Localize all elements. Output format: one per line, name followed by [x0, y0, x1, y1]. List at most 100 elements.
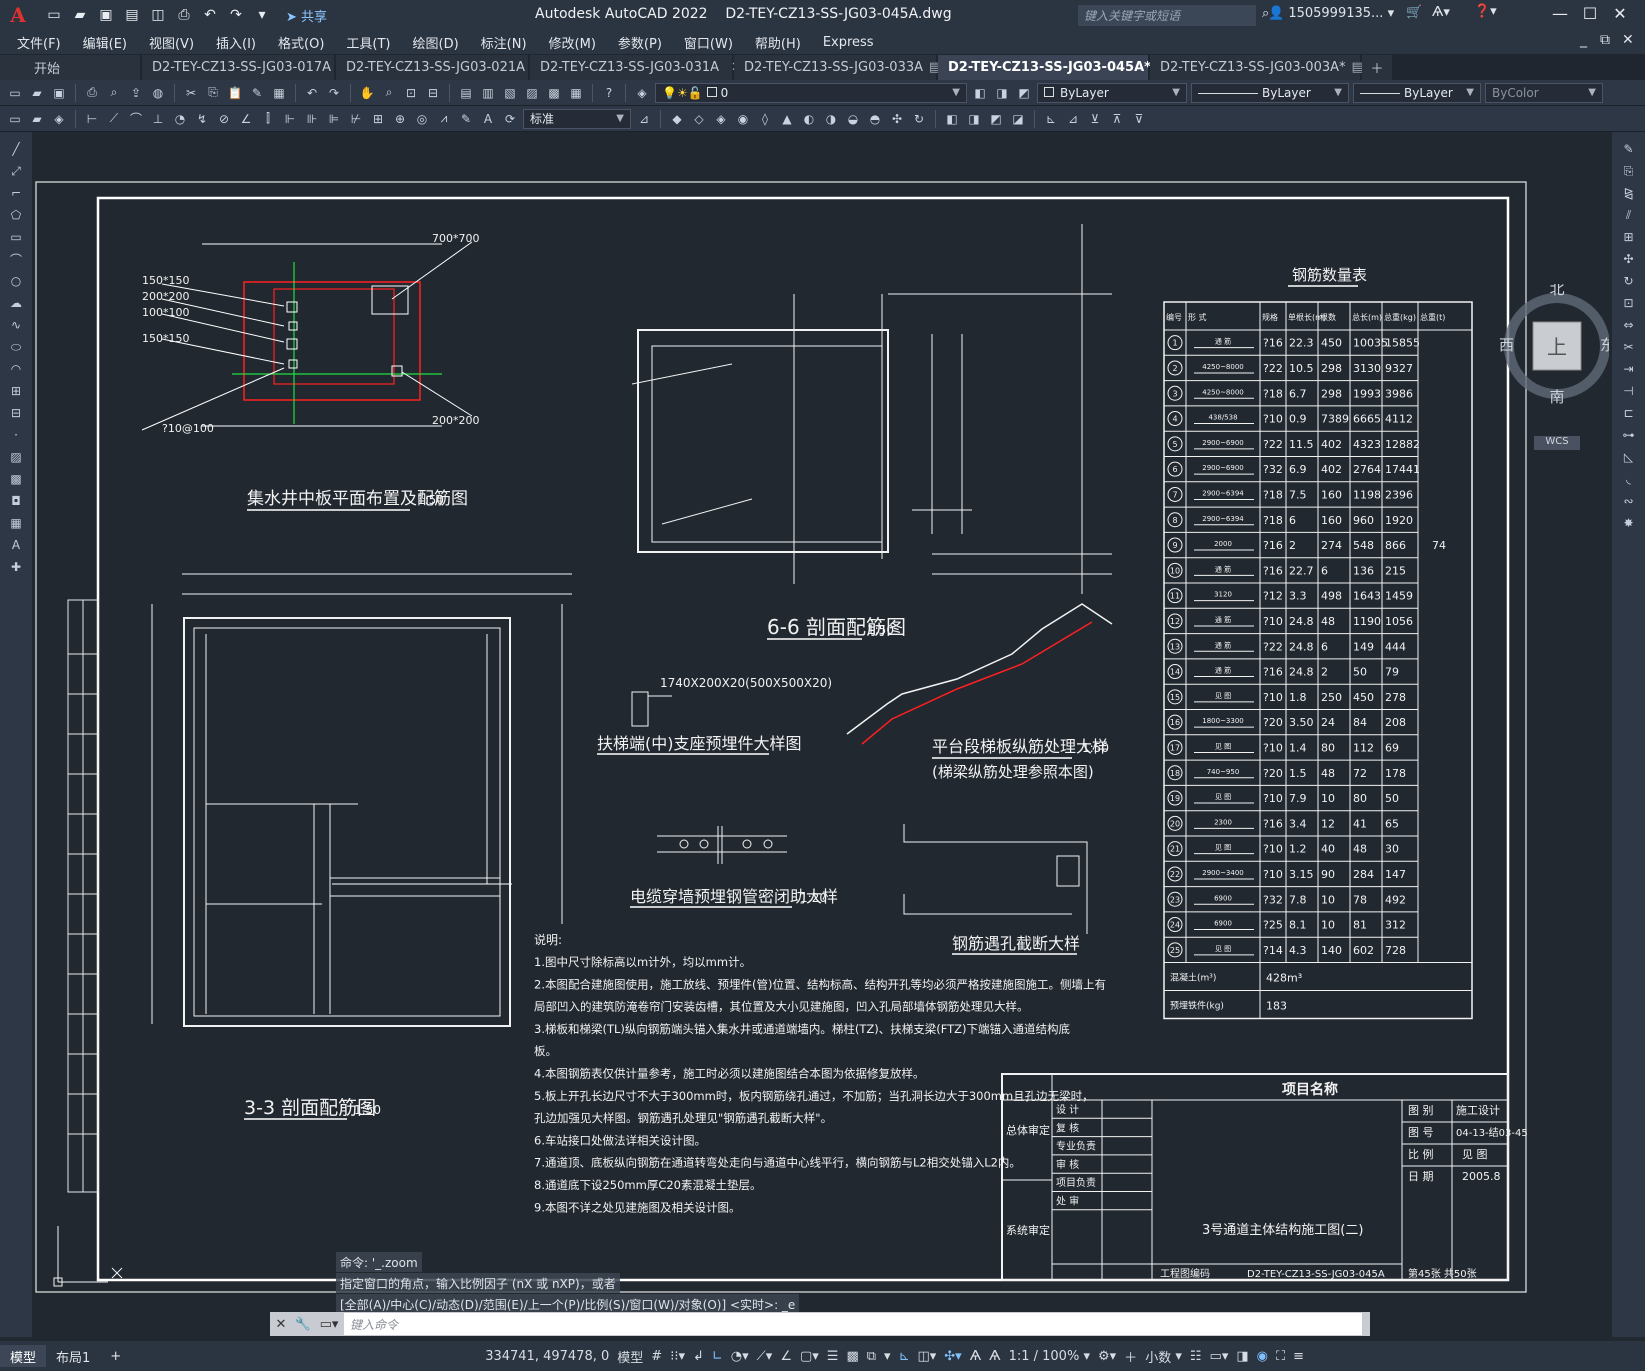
isolate-objects-icon[interactable]: ◨ [1232, 1345, 1252, 1367]
revolve-icon[interactable]: ◐ [800, 110, 818, 128]
dim-update-icon[interactable]: ⟳ [501, 110, 519, 128]
tool-palettes-icon[interactable]: ▧ [501, 84, 519, 102]
tab-doc-031a[interactable]: D2-TEY-CZ13-SS-JG03-031A✕ [530, 55, 742, 80]
selection-cycling-icon[interactable]: ⧉ [863, 1345, 880, 1367]
new-icon[interactable]: ▭ [6, 84, 24, 102]
solid-wedge-icon[interactable]: ◇ [690, 110, 708, 128]
dim-ordinate-icon[interactable]: ⊥ [149, 110, 167, 128]
new-icon[interactable]: ▭ [6, 110, 24, 128]
tab-doc-033a[interactable]: D2-TEY-CZ13-SS-JG03-033A ▤ [734, 55, 941, 80]
a360-icon[interactable]: Ѧ▾ [1432, 5, 1450, 20]
layer-previous-icon[interactable]: ◨ [993, 84, 1011, 102]
union-icon[interactable]: ◈ [712, 110, 730, 128]
3d-rotate-icon[interactable]: ↻ [910, 110, 928, 128]
minimize-button[interactable]: — [1546, 4, 1574, 23]
mtext-icon[interactable]: A [8, 536, 24, 554]
explode-icon[interactable]: ✸ [1621, 514, 1637, 532]
command-close-icon[interactable]: ✕ [270, 1317, 292, 1332]
selection-filter-icon[interactable]: ◫▾ [913, 1345, 940, 1367]
save-icon[interactable]: ▣ [96, 6, 116, 24]
customization-icon[interactable]: ≡ [1289, 1345, 1308, 1367]
plot-icon[interactable]: ⎙ [83, 84, 101, 102]
scale-icon[interactable]: ⊡ [1621, 294, 1637, 312]
close-button[interactable]: ✕ [1606, 4, 1634, 23]
open-icon[interactable]: ▰ [28, 84, 46, 102]
tab-start[interactable]: 开始 [0, 55, 140, 80]
auto-scale-icon[interactable]: Ѧ [985, 1345, 1004, 1367]
ellipse-arc-icon[interactable]: ◠ [8, 360, 24, 378]
erase-icon[interactable]: ✎ [1621, 140, 1637, 158]
menu-window[interactable]: 窗口(W) [673, 33, 744, 52]
help-icon[interactable]: ? [600, 84, 618, 102]
circle-icon[interactable]: ○ [8, 272, 24, 290]
blend-icon[interactable]: ∾ [1621, 492, 1637, 510]
dim-continue-icon[interactable]: ⊪ [303, 110, 321, 128]
cut-icon[interactable]: ✂ [182, 84, 200, 102]
presspull-icon[interactable]: ◓ [866, 110, 884, 128]
dim-style-icon[interactable]: ⊿ [635, 110, 653, 128]
intersect-icon[interactable]: ◊ [756, 110, 774, 128]
save-as-icon[interactable]: ▤ [122, 6, 142, 24]
doc-restore-button[interactable]: ⧉ [1600, 32, 1610, 48]
menu-file[interactable]: 文件(F) [6, 33, 72, 52]
dim-aligned-icon[interactable]: ⟋ [105, 110, 123, 128]
break-icon[interactable]: ⊏ [1621, 404, 1637, 422]
quick-dim-icon[interactable]: ⫿ [259, 110, 277, 128]
layer-manager-icon[interactable]: ◈ [633, 84, 651, 102]
model-space-button[interactable]: 模型 [613, 1345, 647, 1367]
rectangle-icon[interactable]: ▭ [8, 228, 24, 246]
quick-properties-icon[interactable]: ☷ [1186, 1345, 1206, 1367]
insert-block-icon[interactable]: ⊞ [8, 382, 24, 400]
spline-icon[interactable]: ∿ [8, 316, 24, 334]
tab-doc-021a[interactable]: D2-TEY-CZ13-SS-JG03-021A▤ [336, 55, 543, 80]
menu-express[interactable]: Express [812, 35, 885, 50]
offset-icon[interactable]: ⫽ [1621, 206, 1637, 224]
match-props-icon[interactable]: ✎ [248, 84, 266, 102]
layout-tab-model[interactable]: 模型 [0, 1345, 47, 1367]
dim-radius-icon[interactable]: ◔ [171, 110, 189, 128]
lineweight-icon[interactable]: ☰ [823, 1345, 843, 1367]
osnap-icon[interactable]: ▢▾ [796, 1345, 823, 1367]
preview-icon[interactable]: ⌕ [105, 84, 123, 102]
autocad-logo[interactable]: A [0, 0, 36, 30]
annotation-scale-dropdown[interactable]: 1:1 / 100% ▾ [1005, 1345, 1094, 1367]
dim-text-edit-icon[interactable]: A [479, 110, 497, 128]
inspect-icon[interactable]: ◎ [413, 110, 431, 128]
help-icon[interactable]: ❓▾ [1474, 4, 1497, 19]
array-icon[interactable]: ⊞ [1621, 228, 1637, 246]
gizmo-icon[interactable]: ✣▾ [940, 1345, 965, 1367]
publish-icon[interactable]: ⇪ [127, 84, 145, 102]
lineweight-dropdown[interactable]: ByLayer ▼ [1353, 82, 1481, 103]
sheet-set-icon[interactable]: ▨ [523, 84, 541, 102]
layer-states-icon[interactable]: ◩ [1015, 84, 1033, 102]
dim-style-dropdown[interactable]: 标准 ▼ [523, 108, 631, 129]
ortho-icon[interactable]: ∟ [708, 1345, 727, 1367]
save-icon[interactable]: ▣ [50, 84, 68, 102]
table-icon[interactable]: ▦ [8, 514, 24, 532]
3d-print-icon[interactable]: ◍ [149, 84, 167, 102]
section-plane-icon[interactable]: ◧ [943, 110, 961, 128]
recent-commands-icon[interactable]: ▭▾ [314, 1317, 344, 1332]
zoom-window-icon[interactable]: ⊡ [402, 84, 420, 102]
transparency-icon[interactable]: ▩ [842, 1345, 862, 1367]
gradient-icon[interactable]: ▩ [8, 470, 24, 488]
customize-icon[interactable]: 🔧 [292, 1317, 314, 1332]
properties-icon[interactable]: ▤ [457, 84, 475, 102]
hatch-icon[interactable]: ▨ [8, 448, 24, 466]
cart-icon[interactable]: 🛒 [1406, 5, 1422, 20]
polygon-icon[interactable]: ⬠ [8, 206, 24, 224]
break-point-icon[interactable]: ⊣ [1621, 382, 1637, 400]
grid-icon[interactable]: # [647, 1345, 666, 1367]
rotate-icon[interactable]: ↻ [1621, 272, 1637, 290]
subtract-icon[interactable]: ◉ [734, 110, 752, 128]
dim-baseline-icon[interactable]: ⊩ [281, 110, 299, 128]
snap-icon[interactable]: ⁝⁝▾ [666, 1345, 689, 1367]
menu-draw[interactable]: 绘图(D) [402, 33, 470, 52]
new-tab-button[interactable]: ＋ [1362, 55, 1392, 80]
line-icon[interactable]: ╱ [8, 140, 24, 158]
calculator-icon[interactable]: ▦ [567, 84, 585, 102]
block-editor-icon[interactable]: ▦ [270, 84, 288, 102]
hardware-accel-icon[interactable]: ◉ [1253, 1345, 1272, 1367]
color-dropdown[interactable]: ByLayer ▼ [1037, 82, 1187, 103]
fillet-icon[interactable]: ◟ [1621, 470, 1637, 488]
